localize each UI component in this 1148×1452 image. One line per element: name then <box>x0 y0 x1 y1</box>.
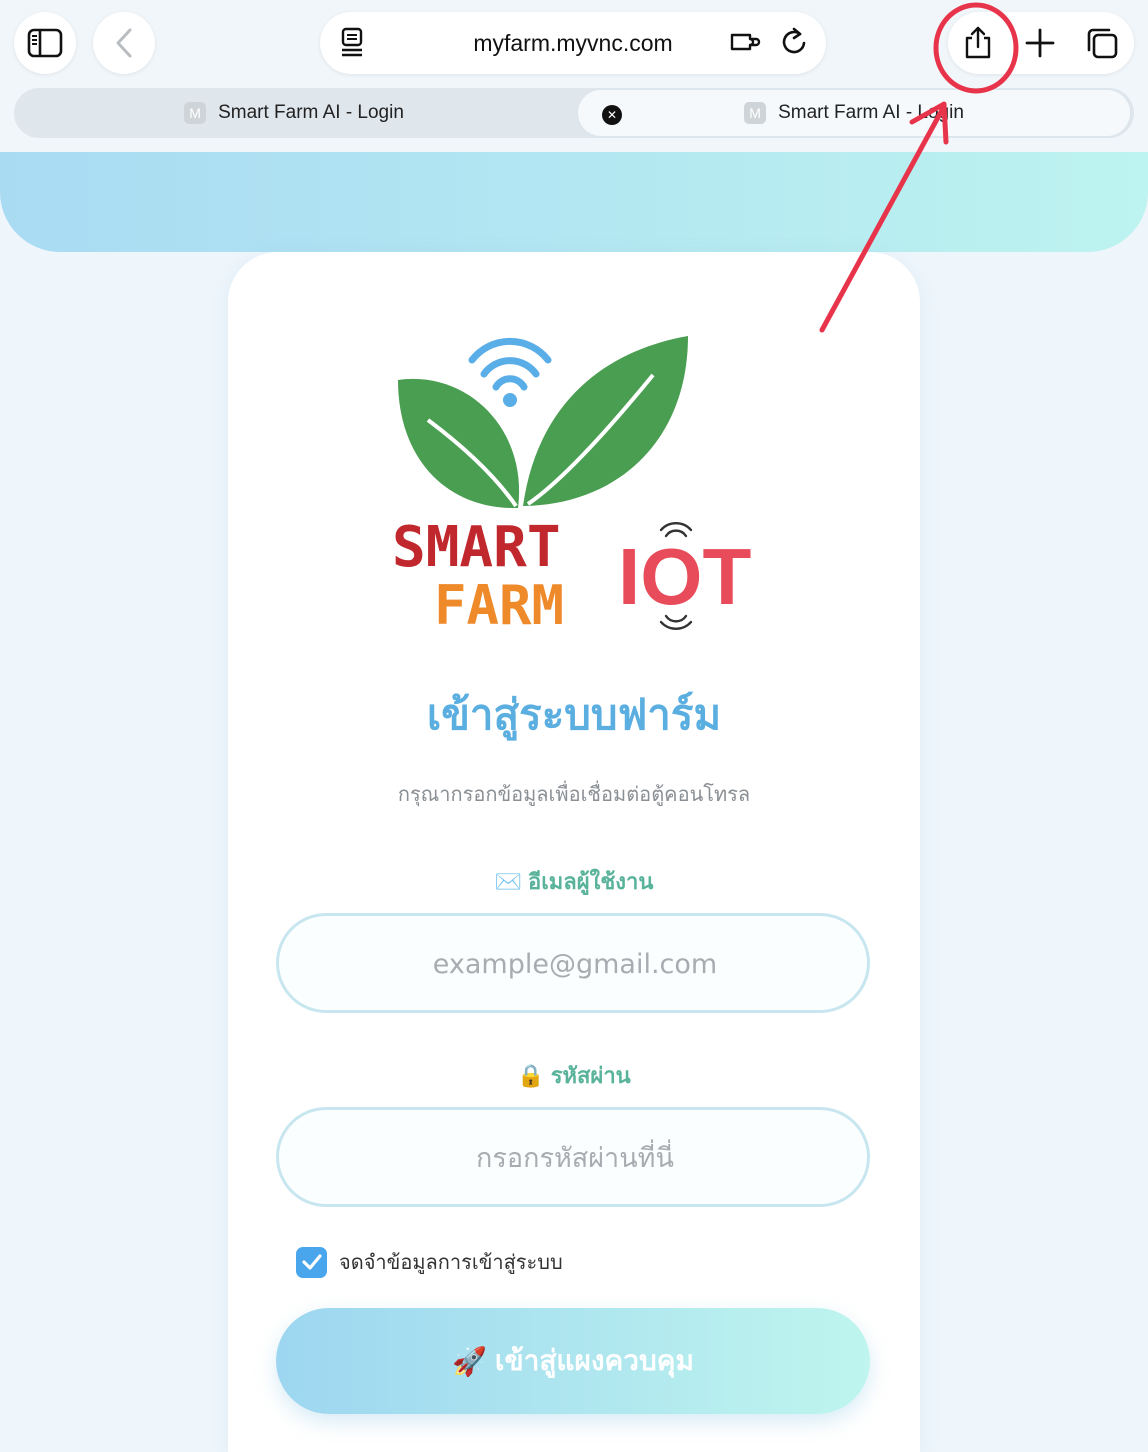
back-icon <box>116 28 132 58</box>
tab-favicon: M <box>744 102 767 124</box>
reload-icon[interactable] <box>780 26 810 58</box>
page-subtitle: กรุณากรอกข้อมูลเพื่อเชื่อมต่อตู้คอนโทรล <box>397 782 751 806</box>
email-label-text: อีเมลผู้ใช้งาน <box>527 870 654 895</box>
wifi-icon <box>468 337 552 391</box>
lock-icon: 🔒 <box>517 1064 545 1089</box>
smart-farm-iot-logo: SMART FARM IOT <box>392 336 751 637</box>
browser-toolbar: myfarm.myvnc.com M Smart Farm AI - Login <box>0 0 1148 152</box>
tab-title: Smart Farm AI - Login <box>218 102 404 123</box>
page-title: เข้าสู่ระบบฟาร์ม <box>426 690 722 739</box>
extensions-icon[interactable] <box>728 26 762 58</box>
sidebar-button[interactable] <box>14 12 76 74</box>
tab-favicon: M <box>184 102 207 124</box>
tab-title: Smart Farm AI - Login <box>778 102 964 123</box>
rocket-icon: 🚀 <box>452 1344 487 1378</box>
password-label: 🔒 รหัสผ่าน <box>228 1058 920 1093</box>
email-field-wrapper <box>276 913 871 1013</box>
password-field[interactable] <box>279 1110 871 1206</box>
header-banner <box>0 152 1148 252</box>
sidebar-icon <box>27 28 63 58</box>
new-tab-icon[interactable] <box>1024 26 1056 60</box>
password-label-text: รหัสผ่าน <box>550 1064 631 1089</box>
logo-iot-text: IOT <box>618 532 751 621</box>
tab-inactive[interactable]: M Smart Farm AI - Login <box>14 88 574 138</box>
toolbar-actions <box>948 12 1134 74</box>
checkmark-icon <box>301 1254 322 1270</box>
email-label: ✉️ อีเมลผู้ใช้งาน <box>228 864 920 899</box>
login-button-label: เข้าสู่แผงควบคุม <box>494 1344 694 1377</box>
logo-farm-text: FARM <box>434 574 564 637</box>
password-field-wrapper <box>276 1107 871 1207</box>
remember-label: จดจำข้อมูลการเข้าสู่ระบบ <box>339 1250 563 1274</box>
login-card: SMART FARM IOT เข้าสู่ระบบฟาร์ม กรุณากรอ… <box>228 252 920 1452</box>
address-bar[interactable]: myfarm.myvnc.com <box>320 12 826 74</box>
share-icon[interactable] <box>962 26 994 60</box>
back-button[interactable] <box>93 12 155 74</box>
tab-strip: M Smart Farm AI - Login ✕ M Smart Farm A… <box>14 88 1134 138</box>
tabs-overview-icon[interactable] <box>1084 26 1120 60</box>
envelope-icon: ✉️ <box>494 870 522 895</box>
logo-smart-text: SMART <box>392 515 561 580</box>
remember-checkbox[interactable] <box>296 1246 327 1278</box>
close-tab-icon[interactable]: ✕ <box>602 105 622 125</box>
remember-me[interactable]: จดจำข้อมูลการเข้าสู่ระบบ <box>296 1246 563 1278</box>
login-button[interactable]: 🚀 เข้าสู่แผงควบคุม <box>276 1308 870 1414</box>
email-field[interactable] <box>279 916 871 1012</box>
tab-active[interactable]: ✕ M Smart Farm AI - Login <box>576 88 1132 138</box>
